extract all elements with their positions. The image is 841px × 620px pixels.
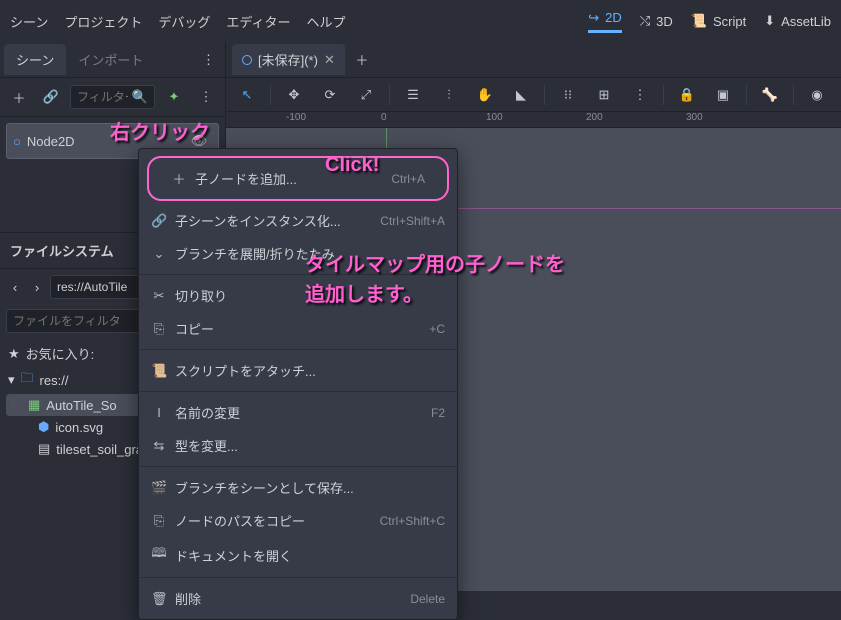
snap-tool-icon[interactable]: ⁝⁝ bbox=[555, 82, 581, 108]
menu-editor[interactable]: エディター bbox=[226, 12, 290, 31]
editor-tab-unsaved[interactable]: [未保存](*) ✕ bbox=[232, 44, 345, 75]
cut-icon: ✂ bbox=[151, 288, 167, 304]
ruler: -100 0 100 200 300 bbox=[226, 112, 841, 128]
scene-tabs: シーン インポート ⋮ bbox=[0, 42, 225, 78]
lock-icon[interactable]: 🔒 bbox=[674, 82, 700, 108]
chevron-down-icon: ⌄ bbox=[151, 246, 167, 262]
mode-assetlib[interactable]: ⬇ AssetLib bbox=[764, 13, 831, 29]
plus-icon: ＋ bbox=[171, 169, 187, 188]
rotate-tool-icon[interactable]: ⟳ bbox=[317, 82, 343, 108]
mode-script[interactable]: 📜 Script bbox=[691, 13, 746, 29]
node-label: Node2D bbox=[27, 134, 75, 149]
shape-tool-icon[interactable]: ◣ bbox=[508, 82, 534, 108]
scene-kebab-icon[interactable]: ⋮ bbox=[193, 84, 219, 110]
ctx-open-docs[interactable]: 🕮 ドキュメントを開く bbox=[139, 537, 457, 573]
ctx-save-branch[interactable]: 🎬 ブランチをシーンとして保存... bbox=[139, 471, 457, 504]
folder-icon: 🗀 bbox=[21, 369, 34, 391]
mode-3d-icon: ⤭ bbox=[640, 13, 650, 29]
menu-debug[interactable]: デバッグ bbox=[158, 12, 210, 31]
node2d-icon: ○ bbox=[13, 134, 21, 149]
mode-2d-icon: ↪ bbox=[588, 10, 599, 26]
select-tool-icon[interactable]: ↖ bbox=[234, 82, 260, 108]
script-icon: 📜 bbox=[691, 13, 707, 29]
copy-path-icon: ⎘ bbox=[151, 513, 167, 529]
link-icon: 🔗 bbox=[151, 213, 167, 229]
fs-back-icon[interactable]: ‹ bbox=[6, 280, 24, 295]
scene-file-icon: ▦ bbox=[28, 397, 40, 413]
ctx-instance-scene[interactable]: 🔗 子シーンをインスタンス化... Ctrl+Shift+A bbox=[139, 204, 457, 237]
toolbar-kebab-icon[interactable]: ⋮ bbox=[627, 82, 653, 108]
link-icon[interactable]: 🔗 bbox=[38, 84, 64, 110]
ctx-cut[interactable]: ✂ 切り取り bbox=[139, 279, 457, 312]
menubar: シーン プロジェクト デバッグ エディター ヘルプ ↪ 2D ⤭ 3D 📜 Sc… bbox=[0, 0, 841, 42]
ruler-tick: 100 bbox=[486, 112, 503, 123]
download-icon: ⬇ bbox=[764, 13, 775, 29]
close-tab-icon[interactable]: ✕ bbox=[324, 52, 335, 68]
docs-icon: 🕮 bbox=[151, 544, 167, 566]
scene-tabs-kebab-icon[interactable]: ⋮ bbox=[196, 48, 221, 72]
chevron-down-icon: ▾ bbox=[8, 372, 15, 388]
ruler-tick: -100 bbox=[286, 112, 306, 123]
editor-tabs: [未保存](*) ✕ ＋ bbox=[226, 42, 841, 78]
ctx-delete[interactable]: 🗑 削除 Delete bbox=[139, 582, 457, 615]
fs-forward-icon[interactable]: › bbox=[28, 280, 46, 295]
copy-icon: ⎘ bbox=[151, 321, 167, 337]
context-menu: ＋ 子ノードを追加... Ctrl+A 🔗 子シーンをインスタンス化... Ct… bbox=[138, 148, 458, 620]
unsaved-indicator-icon bbox=[242, 55, 252, 65]
scene-toolbar: ＋ 🔗 🔍 ✦ ⋮ bbox=[0, 78, 225, 117]
star-icon: ★ bbox=[8, 346, 20, 362]
move-tool-icon[interactable]: ✥ bbox=[281, 82, 307, 108]
script-attach-icon: 📜 bbox=[151, 363, 167, 379]
group-icon[interactable]: ▣ bbox=[710, 82, 736, 108]
resource-file-icon: ▤ bbox=[38, 441, 50, 457]
grid-snap-icon[interactable]: ⊞ bbox=[591, 82, 617, 108]
ruler-tick: 0 bbox=[381, 112, 387, 123]
save-branch-icon: 🎬 bbox=[151, 480, 167, 496]
menu-help[interactable]: ヘルプ bbox=[306, 12, 345, 31]
menu-scene[interactable]: シーン bbox=[10, 12, 48, 31]
ctx-rename[interactable]: I 名前の変更 F2 bbox=[139, 396, 457, 429]
ctx-copy-node-path[interactable]: ⎘ ノードのパスをコピー Ctrl+Shift+C bbox=[139, 504, 457, 537]
mode-2d[interactable]: ↪ 2D bbox=[588, 10, 622, 33]
change-type-icon: ⇆ bbox=[151, 438, 167, 454]
list-tool-icon[interactable]: ☰ bbox=[400, 82, 426, 108]
ruler-tick: 200 bbox=[586, 112, 603, 123]
rename-icon: I bbox=[151, 405, 167, 420]
mode-3d[interactable]: ⤭ 3D bbox=[640, 13, 673, 29]
menu-project[interactable]: プロジェクト bbox=[64, 12, 142, 31]
tab-import[interactable]: インポート bbox=[66, 44, 155, 75]
tab-scene[interactable]: シーン bbox=[4, 44, 66, 75]
new-tab-icon[interactable]: ＋ bbox=[349, 47, 375, 73]
add-node-icon[interactable]: ＋ bbox=[6, 84, 32, 110]
pan-tool-icon[interactable]: ✋ bbox=[472, 82, 498, 108]
ctx-attach-script[interactable]: 📜 スクリプトをアタッチ... bbox=[139, 354, 457, 387]
ctx-change-type[interactable]: ⇆ 型を変更... bbox=[139, 429, 457, 462]
scale-tool-icon[interactable]: ⤢ bbox=[353, 82, 379, 108]
ruler-tool-icon[interactable]: ⫶ bbox=[436, 82, 462, 108]
ctx-expand-collapse[interactable]: ⌄ ブランチを展開/折りたたみ bbox=[139, 237, 457, 270]
bone-icon[interactable]: 🦴 bbox=[757, 82, 783, 108]
trash-icon: 🗑 bbox=[151, 591, 167, 607]
scene-gear-icon[interactable]: ✦ bbox=[161, 84, 187, 110]
ctx-add-child[interactable]: ＋ 子ノードを追加... Ctrl+A bbox=[159, 162, 437, 195]
editor-toolbar: ↖ ✥ ⟳ ⤢ ☰ ⫶ ✋ ◣ ⁝⁝ ⊞ ⋮ 🔒 ▣ 🦴 ◉ ビ bbox=[226, 78, 841, 112]
ctx-copy[interactable]: ⎘ コピー +C bbox=[139, 312, 457, 345]
scene-filter-input[interactable] bbox=[77, 90, 128, 104]
ruler-tick: 300 bbox=[686, 112, 703, 123]
image-file-icon: ⬢ bbox=[38, 419, 49, 435]
search-icon: 🔍 bbox=[132, 89, 148, 105]
view-tool-icon[interactable]: ◉ bbox=[804, 82, 830, 108]
scene-filter[interactable]: 🔍 bbox=[70, 85, 155, 109]
